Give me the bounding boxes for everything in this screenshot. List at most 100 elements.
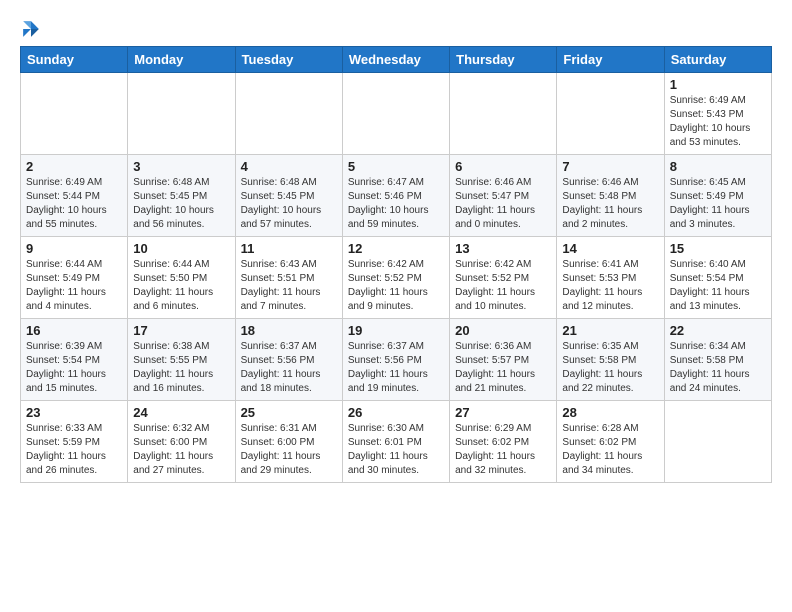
day-info: Sunrise: 6:34 AM Sunset: 5:58 PM Dayligh… bbox=[670, 340, 766, 396]
weekday-header-tuesday: Tuesday bbox=[235, 47, 342, 73]
day-number: 18 bbox=[241, 323, 337, 338]
day-cell: 4 Sunrise: 6:48 AM Sunset: 5:45 PM Daylig… bbox=[235, 155, 342, 237]
day-cell: 3 Sunrise: 6:48 AM Sunset: 5:45 PM Daylig… bbox=[128, 155, 235, 237]
day-info: Sunrise: 6:47 AM Sunset: 5:46 PM Dayligh… bbox=[348, 176, 444, 232]
day-info: Sunrise: 6:49 AM Sunset: 5:43 PM Dayligh… bbox=[670, 94, 766, 150]
day-number: 10 bbox=[133, 241, 229, 256]
day-number: 4 bbox=[241, 159, 337, 174]
day-cell bbox=[557, 73, 664, 155]
day-info: Sunrise: 6:29 AM Sunset: 6:02 PM Dayligh… bbox=[455, 422, 551, 478]
day-cell bbox=[450, 73, 557, 155]
day-cell bbox=[342, 73, 449, 155]
day-info: Sunrise: 6:37 AM Sunset: 5:56 PM Dayligh… bbox=[348, 340, 444, 396]
day-info: Sunrise: 6:44 AM Sunset: 5:49 PM Dayligh… bbox=[26, 258, 122, 314]
day-cell bbox=[21, 73, 128, 155]
day-number: 8 bbox=[670, 159, 766, 174]
week-row-2: 2 Sunrise: 6:49 AM Sunset: 5:44 PM Daylig… bbox=[21, 155, 772, 237]
day-info: Sunrise: 6:41 AM Sunset: 5:53 PM Dayligh… bbox=[562, 258, 658, 314]
day-number: 25 bbox=[241, 405, 337, 420]
weekday-header-monday: Monday bbox=[128, 47, 235, 73]
day-cell: 22 Sunrise: 6:34 AM Sunset: 5:58 PM Dayli… bbox=[664, 319, 771, 401]
day-number: 27 bbox=[455, 405, 551, 420]
day-info: Sunrise: 6:48 AM Sunset: 5:45 PM Dayligh… bbox=[241, 176, 337, 232]
day-number: 3 bbox=[133, 159, 229, 174]
day-cell: 24 Sunrise: 6:32 AM Sunset: 6:00 PM Dayli… bbox=[128, 401, 235, 483]
day-info: Sunrise: 6:37 AM Sunset: 5:56 PM Dayligh… bbox=[241, 340, 337, 396]
day-number: 2 bbox=[26, 159, 122, 174]
logo bbox=[20, 18, 44, 40]
day-cell: 14Sunrise: 6:41 AM Sunset: 5:53 PM Dayli… bbox=[557, 237, 664, 319]
logo-icon bbox=[20, 18, 42, 40]
day-cell: 23 Sunrise: 6:33 AM Sunset: 5:59 PM Dayli… bbox=[21, 401, 128, 483]
day-number: 28 bbox=[562, 405, 658, 420]
day-info: Sunrise: 6:36 AM Sunset: 5:57 PM Dayligh… bbox=[455, 340, 551, 396]
week-row-5: 23 Sunrise: 6:33 AM Sunset: 5:59 PM Dayli… bbox=[21, 401, 772, 483]
day-number: 11 bbox=[241, 241, 337, 256]
day-info: Sunrise: 6:31 AM Sunset: 6:00 PM Dayligh… bbox=[241, 422, 337, 478]
day-number: 17 bbox=[133, 323, 229, 338]
day-number: 5 bbox=[348, 159, 444, 174]
day-cell bbox=[235, 73, 342, 155]
day-number: 20 bbox=[455, 323, 551, 338]
weekday-header-wednesday: Wednesday bbox=[342, 47, 449, 73]
day-info: Sunrise: 6:43 AM Sunset: 5:51 PM Dayligh… bbox=[241, 258, 337, 314]
day-cell: 26Sunrise: 6:30 AM Sunset: 6:01 PM Dayli… bbox=[342, 401, 449, 483]
weekday-header-friday: Friday bbox=[557, 47, 664, 73]
day-number: 23 bbox=[26, 405, 122, 420]
page: SundayMondayTuesdayWednesdayThursdayFrid… bbox=[0, 0, 792, 497]
day-cell: 20 Sunrise: 6:36 AM Sunset: 5:57 PM Dayli… bbox=[450, 319, 557, 401]
day-info: Sunrise: 6:38 AM Sunset: 5:55 PM Dayligh… bbox=[133, 340, 229, 396]
day-cell: 7 Sunrise: 6:46 AM Sunset: 5:48 PM Daylig… bbox=[557, 155, 664, 237]
week-row-4: 16Sunrise: 6:39 AM Sunset: 5:54 PM Dayli… bbox=[21, 319, 772, 401]
day-info: Sunrise: 6:45 AM Sunset: 5:49 PM Dayligh… bbox=[670, 176, 766, 232]
day-info: Sunrise: 6:32 AM Sunset: 6:00 PM Dayligh… bbox=[133, 422, 229, 478]
day-info: Sunrise: 6:42 AM Sunset: 5:52 PM Dayligh… bbox=[348, 258, 444, 314]
day-number: 13 bbox=[455, 241, 551, 256]
day-info: Sunrise: 6:40 AM Sunset: 5:54 PM Dayligh… bbox=[670, 258, 766, 314]
weekday-header-row: SundayMondayTuesdayWednesdayThursdayFrid… bbox=[21, 47, 772, 73]
day-cell: 28Sunrise: 6:28 AM Sunset: 6:02 PM Dayli… bbox=[557, 401, 664, 483]
weekday-header-thursday: Thursday bbox=[450, 47, 557, 73]
day-number: 6 bbox=[455, 159, 551, 174]
day-cell: 2 Sunrise: 6:49 AM Sunset: 5:44 PM Daylig… bbox=[21, 155, 128, 237]
weekday-header-sunday: Sunday bbox=[21, 47, 128, 73]
day-info: Sunrise: 6:46 AM Sunset: 5:47 PM Dayligh… bbox=[455, 176, 551, 232]
day-number: 12 bbox=[348, 241, 444, 256]
day-cell: 27 Sunrise: 6:29 AM Sunset: 6:02 PM Dayli… bbox=[450, 401, 557, 483]
day-cell: 11 Sunrise: 6:43 AM Sunset: 5:51 PM Dayli… bbox=[235, 237, 342, 319]
day-number: 22 bbox=[670, 323, 766, 338]
day-cell: 8 Sunrise: 6:45 AM Sunset: 5:49 PM Daylig… bbox=[664, 155, 771, 237]
day-info: Sunrise: 6:48 AM Sunset: 5:45 PM Dayligh… bbox=[133, 176, 229, 232]
day-info: Sunrise: 6:35 AM Sunset: 5:58 PM Dayligh… bbox=[562, 340, 658, 396]
calendar-table: SundayMondayTuesdayWednesdayThursdayFrid… bbox=[20, 46, 772, 483]
day-cell bbox=[128, 73, 235, 155]
day-info: Sunrise: 6:33 AM Sunset: 5:59 PM Dayligh… bbox=[26, 422, 122, 478]
weekday-header-saturday: Saturday bbox=[664, 47, 771, 73]
day-number: 1 bbox=[670, 77, 766, 92]
day-number: 19 bbox=[348, 323, 444, 338]
day-cell: 15 Sunrise: 6:40 AM Sunset: 5:54 PM Dayli… bbox=[664, 237, 771, 319]
day-number: 26 bbox=[348, 405, 444, 420]
day-info: Sunrise: 6:49 AM Sunset: 5:44 PM Dayligh… bbox=[26, 176, 122, 232]
day-number: 21 bbox=[562, 323, 658, 338]
day-info: Sunrise: 6:46 AM Sunset: 5:48 PM Dayligh… bbox=[562, 176, 658, 232]
day-cell: 16Sunrise: 6:39 AM Sunset: 5:54 PM Dayli… bbox=[21, 319, 128, 401]
day-cell: 5 Sunrise: 6:47 AM Sunset: 5:46 PM Daylig… bbox=[342, 155, 449, 237]
day-cell: 13 Sunrise: 6:42 AM Sunset: 5:52 PM Dayli… bbox=[450, 237, 557, 319]
day-number: 7 bbox=[562, 159, 658, 174]
week-row-1: 1 Sunrise: 6:49 AM Sunset: 5:43 PM Daylig… bbox=[21, 73, 772, 155]
day-info: Sunrise: 6:44 AM Sunset: 5:50 PM Dayligh… bbox=[133, 258, 229, 314]
day-number: 9 bbox=[26, 241, 122, 256]
day-number: 24 bbox=[133, 405, 229, 420]
day-number: 16 bbox=[26, 323, 122, 338]
week-row-3: 9 Sunrise: 6:44 AM Sunset: 5:49 PM Daylig… bbox=[21, 237, 772, 319]
day-info: Sunrise: 6:42 AM Sunset: 5:52 PM Dayligh… bbox=[455, 258, 551, 314]
header bbox=[20, 18, 772, 40]
day-cell: 17 Sunrise: 6:38 AM Sunset: 5:55 PM Dayli… bbox=[128, 319, 235, 401]
day-cell: 19 Sunrise: 6:37 AM Sunset: 5:56 PM Dayli… bbox=[342, 319, 449, 401]
day-number: 15 bbox=[670, 241, 766, 256]
day-cell: 1 Sunrise: 6:49 AM Sunset: 5:43 PM Daylig… bbox=[664, 73, 771, 155]
day-cell: 21 Sunrise: 6:35 AM Sunset: 5:58 PM Dayli… bbox=[557, 319, 664, 401]
day-cell: 10 Sunrise: 6:44 AM Sunset: 5:50 PM Dayli… bbox=[128, 237, 235, 319]
day-cell: 12 Sunrise: 6:42 AM Sunset: 5:52 PM Dayli… bbox=[342, 237, 449, 319]
